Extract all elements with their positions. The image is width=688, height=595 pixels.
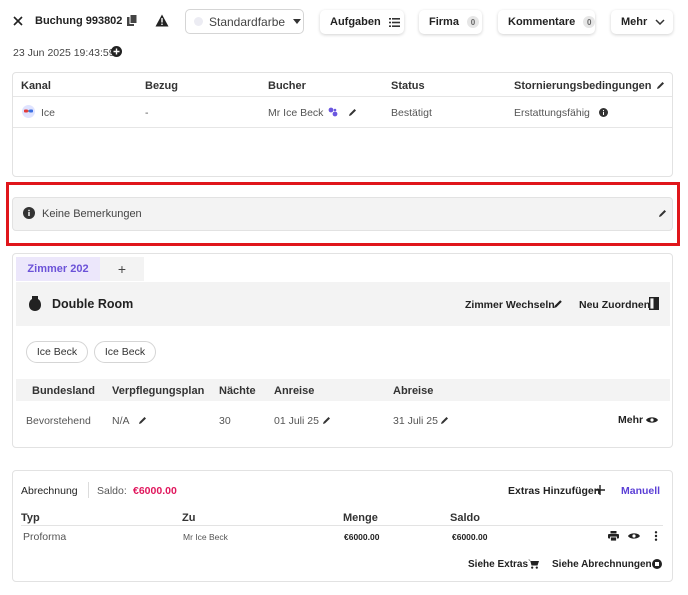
edit-pencil-icon[interactable] [440,416,449,425]
bill-balance: €6000.00 [452,532,488,542]
meal-plan-value: N/A [112,415,130,427]
col-saldo: Saldo [450,512,480,524]
comments-count-badge: 0 [583,16,596,28]
divider [88,482,89,498]
edit-pencil-icon[interactable] [656,81,665,90]
copy-icon[interactable] [126,14,138,27]
info-circle-icon [23,207,35,219]
bezug-value: - [145,107,149,119]
room-type: Double Room [52,297,134,311]
see-bills-label[interactable]: Siehe Abrechnungen [552,559,652,570]
guest-name: Ice Beck [36,346,78,358]
more-button[interactable]: Mehr [611,10,673,34]
comments-button[interactable]: Kommentare 0 [498,10,596,34]
change-room-label[interactable]: Zimmer Wechseln [465,299,555,311]
col-kanal: Kanal [21,80,51,92]
col-status: Status [391,80,425,92]
edit-pencil-icon[interactable] [322,416,331,425]
add-circle-icon[interactable] [111,46,122,57]
col-verpflegung: Verpflegungsplan [112,385,205,397]
bill-recipient: Mr Ice Beck [183,532,228,542]
edit-pencil-icon[interactable] [658,209,667,218]
col-bezug: Bezug [145,80,178,92]
add-tab-button[interactable]: + [100,257,144,281]
saldo-label: Saldo: [97,485,127,497]
edit-pencil-icon[interactable] [138,416,147,425]
divider [21,525,663,526]
tab-room-label: Zimmer 202 [27,263,89,275]
billing-title: Abrechnung [21,485,78,497]
comments-label: Kommentare [508,16,576,28]
edit-pencil-icon[interactable] [348,108,357,117]
color-select[interactable]: Standardfarbe [185,9,304,34]
remarks-text: Keine Bemerkungen [42,208,142,220]
edit-pencil-icon[interactable] [553,299,563,309]
col-bucher: Bucher [268,80,306,92]
add-tab-label: + [117,261,127,277]
door-icon[interactable] [649,297,659,310]
booker-name[interactable]: Mr Ice Beck [268,107,323,119]
more-label: Mehr [621,16,648,28]
warning-icon[interactable] [155,14,169,27]
eye-icon[interactable] [646,416,658,424]
kebab-menu-icon[interactable] [654,531,658,541]
bill-amount: €6000.00 [344,532,380,542]
col-abreise: Abreise [393,385,434,397]
bundesland-value: Bevorstehend [26,415,91,427]
chevron-down-icon [293,19,302,24]
col-zu: Zu [182,512,196,524]
guest-chip[interactable]: Ice Beck [94,341,156,363]
timestamp: 23 Jun 2025 19:43:59 [13,47,115,59]
close-icon[interactable] [12,15,24,27]
tag-icon [29,296,41,311]
col-naechte: Nächte [219,385,256,397]
chevron-down-icon [655,19,665,25]
manual-link[interactable]: Manuell [621,485,660,497]
guest-name: Ice Beck [104,346,146,358]
bill-type: Proforma [23,531,67,543]
add-extras-label[interactable]: Extras Hinzufügen [508,485,600,497]
col-menge: Menge [343,512,378,524]
divider [13,127,672,128]
cart-icon[interactable] [528,559,539,569]
company-label: Firma [429,16,459,28]
company-button[interactable]: Firma 0 [419,10,482,34]
col-typ: Typ [21,512,40,524]
list-icon [388,17,400,27]
guest-chip[interactable]: Ice Beck [26,341,88,363]
more-link[interactable]: Mehr [618,414,643,426]
storno-value: Erstattungsfähig [514,107,590,119]
merge-icon[interactable] [328,107,338,117]
departure-value: 31 Juli 25 [393,415,438,427]
eye-icon[interactable] [628,532,640,540]
nights-value: 30 [219,415,231,427]
channel-name: Ice [41,107,56,119]
reassign-label[interactable]: Neu Zuordnen [579,299,650,311]
arrival-value: 01 Juli 25 [274,415,319,427]
col-anreise: Anreise [274,385,315,397]
divider [13,96,672,97]
saldo-value: €6000.00 [133,485,177,497]
company-count-badge: 0 [466,16,479,28]
status-value: Bestätigt [391,107,432,119]
color-select-value: Standardfarbe [209,14,286,29]
plus-icon[interactable] [595,485,605,495]
see-extras-label[interactable]: Siehe Extras [468,559,528,570]
tasks-label: Aufgaben [330,16,381,28]
color-swatch [194,17,203,26]
tab-room-202[interactable]: Zimmer 202 [16,257,100,281]
tasks-button[interactable]: Aufgaben [320,10,404,34]
channel-logo-icon [22,105,35,118]
info-icon[interactable] [599,108,608,117]
print-icon[interactable] [608,531,619,541]
col-bundesland: Bundesland [32,385,95,397]
booking-title: Buchung 993802 [35,15,123,27]
col-storno: Stornierungsbedingungen [514,80,652,92]
bills-count-icon[interactable] [652,559,662,569]
